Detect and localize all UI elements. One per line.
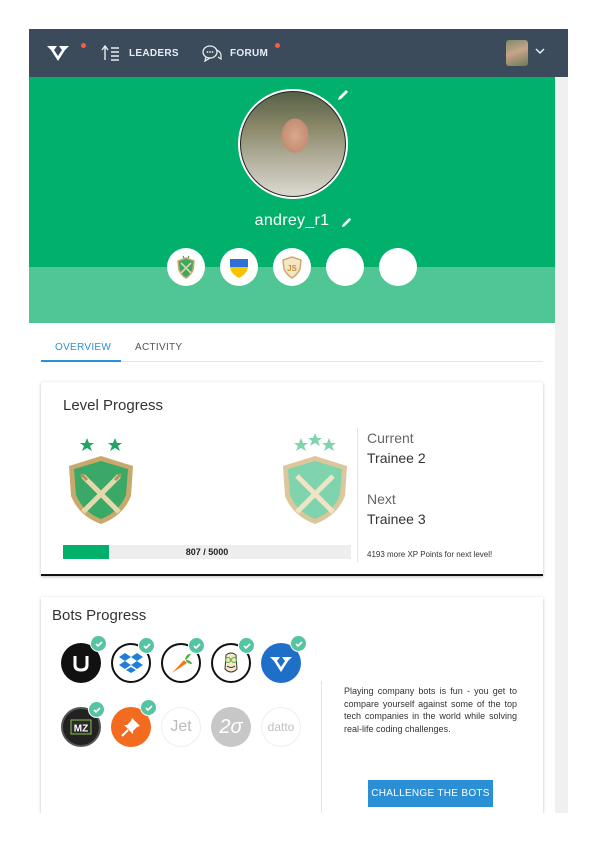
datto-bot-text: datto bbox=[267, 720, 295, 734]
xp-remaining-note: 4193 more XP Points for next level! bbox=[367, 550, 493, 559]
datto-bot-icon[interactable]: datto bbox=[261, 707, 301, 747]
completed-check-icon bbox=[188, 637, 205, 654]
completed-check-icon bbox=[140, 699, 157, 716]
jet-bot-text: Jet bbox=[170, 718, 192, 735]
trainee-shield-icon bbox=[177, 255, 195, 279]
active-tab-indicator bbox=[41, 360, 121, 362]
pin-bot-icon[interactable] bbox=[111, 699, 157, 747]
next-level-label: Next bbox=[367, 491, 396, 507]
bots-divider bbox=[321, 681, 322, 813]
mz-bot-icon[interactable]: MZ bbox=[61, 701, 105, 747]
js-shield-icon: JS bbox=[282, 256, 302, 279]
nav-leaders-label: LEADERS bbox=[129, 47, 179, 59]
chevron-down-icon[interactable] bbox=[535, 46, 545, 56]
profile-photo bbox=[240, 91, 346, 197]
two-sigma-bot-text: 2σ bbox=[219, 715, 243, 738]
profile-avatar bbox=[238, 89, 348, 199]
current-level-label: Current bbox=[367, 430, 414, 446]
codefights-logo-icon[interactable] bbox=[46, 41, 70, 68]
bots-description: Playing company bots is fun - you get to… bbox=[344, 686, 517, 734]
completed-check-icon bbox=[138, 637, 155, 654]
page-content: LEADERS FORUM andrey_r1 JS OVERVIEW ACTI… bbox=[29, 29, 568, 813]
dropbox-bot-icon[interactable] bbox=[111, 637, 155, 683]
level-progress-card: Level Progress Current Trainee 2 Next Tr… bbox=[41, 382, 543, 576]
forum-chat-icon bbox=[202, 45, 222, 62]
current-level-value: Trainee 2 bbox=[367, 450, 426, 466]
svg-text:MZ: MZ bbox=[74, 724, 88, 735]
badge-empty-slot bbox=[326, 248, 364, 286]
top-nav: LEADERS FORUM bbox=[29, 29, 568, 77]
nav-forum-label: FORUM bbox=[230, 47, 269, 59]
jet-bot-icon[interactable]: Jet bbox=[161, 707, 201, 747]
leaderboard-icon bbox=[101, 44, 119, 61]
xp-progress-text: 807 / 5000 bbox=[185, 547, 229, 557]
xp-progress-bar: 807 / 5000 bbox=[63, 545, 351, 559]
scrollbar-track[interactable] bbox=[555, 77, 568, 813]
profile-username: andrey_r1 bbox=[254, 212, 330, 229]
bots-progress-card: Bots Progress MZ Jet 2σ datto Playing co… bbox=[41, 597, 543, 813]
completed-check-icon bbox=[90, 635, 107, 652]
next-level-shield-icon bbox=[283, 433, 347, 524]
ukraine-flag-shield-icon bbox=[230, 259, 248, 278]
user-avatar-menu[interactable] bbox=[506, 40, 528, 66]
badge-ukraine[interactable] bbox=[220, 248, 258, 286]
completed-check-icon bbox=[290, 635, 307, 652]
challenge-the-bots-button[interactable]: CHALLENGE THE BOTS bbox=[368, 780, 493, 807]
uber-bot-icon[interactable] bbox=[61, 635, 107, 683]
tab-activity[interactable]: ACTIVITY bbox=[135, 342, 182, 353]
level-divider bbox=[357, 428, 358, 562]
two-sigma-bot-icon[interactable]: 2σ bbox=[211, 707, 251, 747]
next-level-value: Trainee 3 bbox=[367, 511, 426, 527]
notification-dot bbox=[81, 43, 86, 48]
hipster-bot-icon[interactable] bbox=[211, 637, 255, 683]
current-level-shield-icon bbox=[69, 438, 133, 524]
completed-check-icon bbox=[238, 637, 255, 654]
carrot-bot-icon[interactable] bbox=[161, 637, 205, 683]
badge-trainee[interactable] bbox=[167, 248, 205, 286]
edit-username-pencil-icon[interactable] bbox=[340, 216, 353, 229]
forum-notification-dot bbox=[275, 43, 280, 48]
nav-leaders[interactable]: LEADERS bbox=[101, 29, 179, 77]
nav-forum[interactable]: FORUM bbox=[202, 29, 268, 77]
profile-tabs: OVERVIEW ACTIVITY bbox=[41, 342, 543, 362]
tab-overview[interactable]: OVERVIEW bbox=[55, 342, 111, 353]
badge-empty-slot bbox=[379, 248, 417, 286]
codefights-bot-icon[interactable] bbox=[261, 635, 307, 683]
edit-avatar-pencil-icon[interactable] bbox=[336, 88, 350, 102]
completed-check-icon bbox=[88, 701, 105, 718]
badge-javascript[interactable]: JS bbox=[273, 248, 311, 286]
app-window: LEADERS FORUM andrey_r1 JS OVERVIEW ACTI… bbox=[29, 29, 568, 813]
bots-progress-title: Bots Progress bbox=[52, 607, 147, 624]
svg-text:JS: JS bbox=[287, 264, 297, 273]
level-progress-title: Level Progress bbox=[63, 397, 164, 414]
